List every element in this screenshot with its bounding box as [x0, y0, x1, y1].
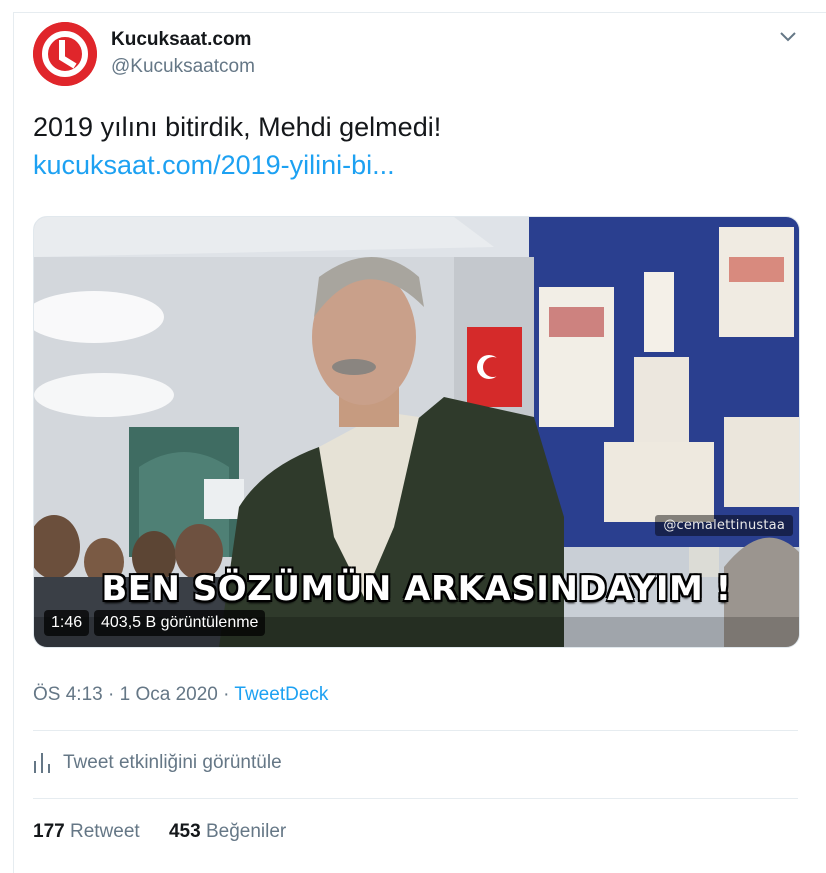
tweet-time[interactable]: ÖS 4:13 [33, 684, 103, 705]
avatar[interactable] [33, 22, 97, 86]
tweet-stats: 177 Retweet 453 Beğeniler [33, 821, 310, 843]
divider [33, 730, 798, 731]
clock-logo-icon [33, 22, 97, 86]
video-subtitle: BEN SÖZÜMÜN ARKASINDAYIM ! [101, 569, 732, 609]
video-duration: 1:46 [44, 610, 90, 636]
tweet-text: 2019 yılını bitirdik, Mehdi gelmedi! [33, 112, 442, 142]
video-watermark: @cemalettinustaa [655, 515, 793, 536]
retweet-count-value: 177 [33, 821, 65, 842]
retweet-count-label: Retweet [69, 821, 140, 842]
video-player[interactable]: @cemalettinustaa BEN SÖZÜMÜN ARKASINDAYI… [33, 216, 800, 648]
tweet-source-link[interactable]: TweetDeck [234, 684, 328, 705]
meta-separator: · [223, 684, 230, 705]
display-name[interactable]: Kucuksaat.com [111, 29, 251, 51]
video-view-count: 403,5 B görüntülenme [94, 610, 266, 636]
tweet-meta: ÖS 4:13 · 1 Oca 2020 · TweetDeck [33, 684, 328, 706]
tweet-activity-link[interactable]: Tweet etkinliğini görüntüle [33, 752, 282, 774]
tweet-date[interactable]: 1 Oca 2020 [120, 684, 218, 705]
meta-separator: · [108, 684, 115, 705]
bar-chart-icon [34, 753, 50, 773]
like-count[interactable]: 453 Beğeniler [169, 821, 286, 843]
divider [33, 798, 798, 799]
tweet-link[interactable]: kucuksaat.com/2019-yilini-bi... [33, 146, 395, 184]
retweet-count[interactable]: 177 Retweet [33, 821, 140, 843]
tweet-activity-label: Tweet etkinliğini görüntüle [63, 752, 282, 773]
like-count-label: Beğeniler [205, 821, 287, 842]
user-handle[interactable]: @Kucuksaatcom [111, 56, 255, 78]
chevron-down-icon[interactable] [778, 28, 798, 46]
like-count-value: 453 [168, 821, 201, 842]
